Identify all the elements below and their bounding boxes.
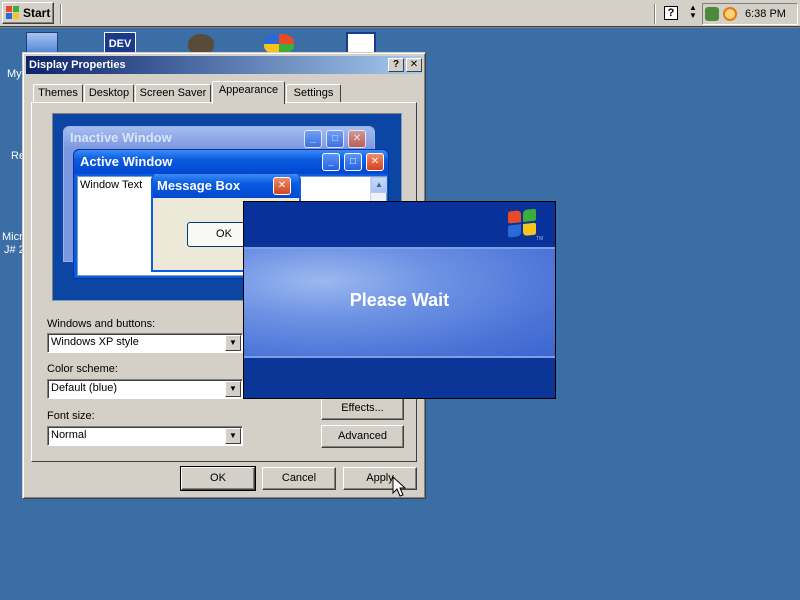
windows-buttons-label: Windows and buttons: — [47, 318, 156, 330]
close-icon: ✕ — [273, 177, 291, 195]
cancel-button[interactable]: Cancel — [262, 467, 336, 490]
mouse-pointer-icon — [392, 476, 406, 497]
scroll-up-icon: ▲ — [371, 177, 387, 193]
please-wait-splash: TM Please Wait — [243, 201, 556, 399]
start-label: Start — [23, 6, 51, 20]
tab-desktop[interactable]: Desktop — [84, 84, 134, 103]
desktop-label[interactable]: Micr — [2, 231, 23, 243]
color-scheme-label: Color scheme: — [47, 363, 118, 375]
font-size-value: Normal — [51, 429, 87, 441]
msn-icon[interactable] — [264, 34, 294, 54]
close-icon: ✕ — [366, 153, 384, 171]
windows-logo-icon — [6, 6, 20, 20]
windows-buttons-value: Windows XP style — [51, 336, 139, 348]
clock[interactable]: 6:38 PM — [745, 8, 786, 20]
tab-appearance[interactable]: Appearance — [212, 81, 285, 104]
windows-xp-logo-icon — [508, 208, 538, 238]
help-icon[interactable]: ? — [664, 6, 678, 20]
chevron-down-icon[interactable]: ▼ — [225, 335, 241, 351]
search-icon[interactable] — [723, 7, 737, 21]
minimize-icon: _ — [322, 153, 340, 171]
close-icon: ✕ — [348, 130, 366, 148]
font-size-select[interactable]: Normal ▼ — [47, 426, 243, 446]
tab-screen-saver[interactable]: Screen Saver — [135, 84, 211, 103]
tab-themes[interactable]: Themes — [33, 84, 83, 103]
taskbar: Start ? ▲ ▼ 6:38 PM — [0, 0, 800, 28]
dialog-title: Display Properties — [29, 59, 126, 71]
advanced-button[interactable]: Advanced — [321, 425, 404, 448]
active-window-title: Active Window — [74, 150, 388, 174]
windows-buttons-select[interactable]: Windows XP style ▼ — [47, 333, 243, 353]
taskbar-separator — [654, 4, 656, 24]
chevron-down-icon[interactable]: ▼ — [225, 428, 241, 444]
close-button[interactable]: ✕ — [406, 58, 422, 72]
trademark: TM — [536, 236, 544, 242]
language-arrows-icon[interactable]: ▲ ▼ — [688, 4, 698, 22]
chevron-down-icon[interactable]: ▼ — [225, 381, 241, 397]
color-scheme-select[interactable]: Default (blue) ▼ — [47, 379, 243, 399]
color-scheme-value: Default (blue) — [51, 382, 118, 394]
tab-settings[interactable]: Settings — [286, 84, 341, 103]
font-size-label: Font size: — [47, 410, 95, 422]
minimize-icon: _ — [304, 130, 322, 148]
maximize-icon: □ — [326, 130, 344, 148]
help-button[interactable]: ? — [388, 58, 404, 72]
dialog-titlebar[interactable]: Display Properties ? ✕ — [26, 56, 422, 74]
taskbar-separator — [60, 4, 62, 24]
maximize-icon: □ — [344, 153, 362, 171]
system-tray: 6:38 PM — [702, 3, 798, 25]
effects-button[interactable]: Effects... — [321, 397, 404, 420]
start-button[interactable]: Start — [2, 2, 54, 24]
network-icon[interactable] — [705, 7, 719, 21]
desktop-label[interactable]: My — [7, 68, 22, 80]
raccoon-icon[interactable] — [188, 34, 214, 54]
ok-button[interactable]: OK — [180, 466, 256, 491]
window-text: Window Text — [80, 179, 143, 191]
please-wait-message: Please Wait — [349, 290, 450, 310]
